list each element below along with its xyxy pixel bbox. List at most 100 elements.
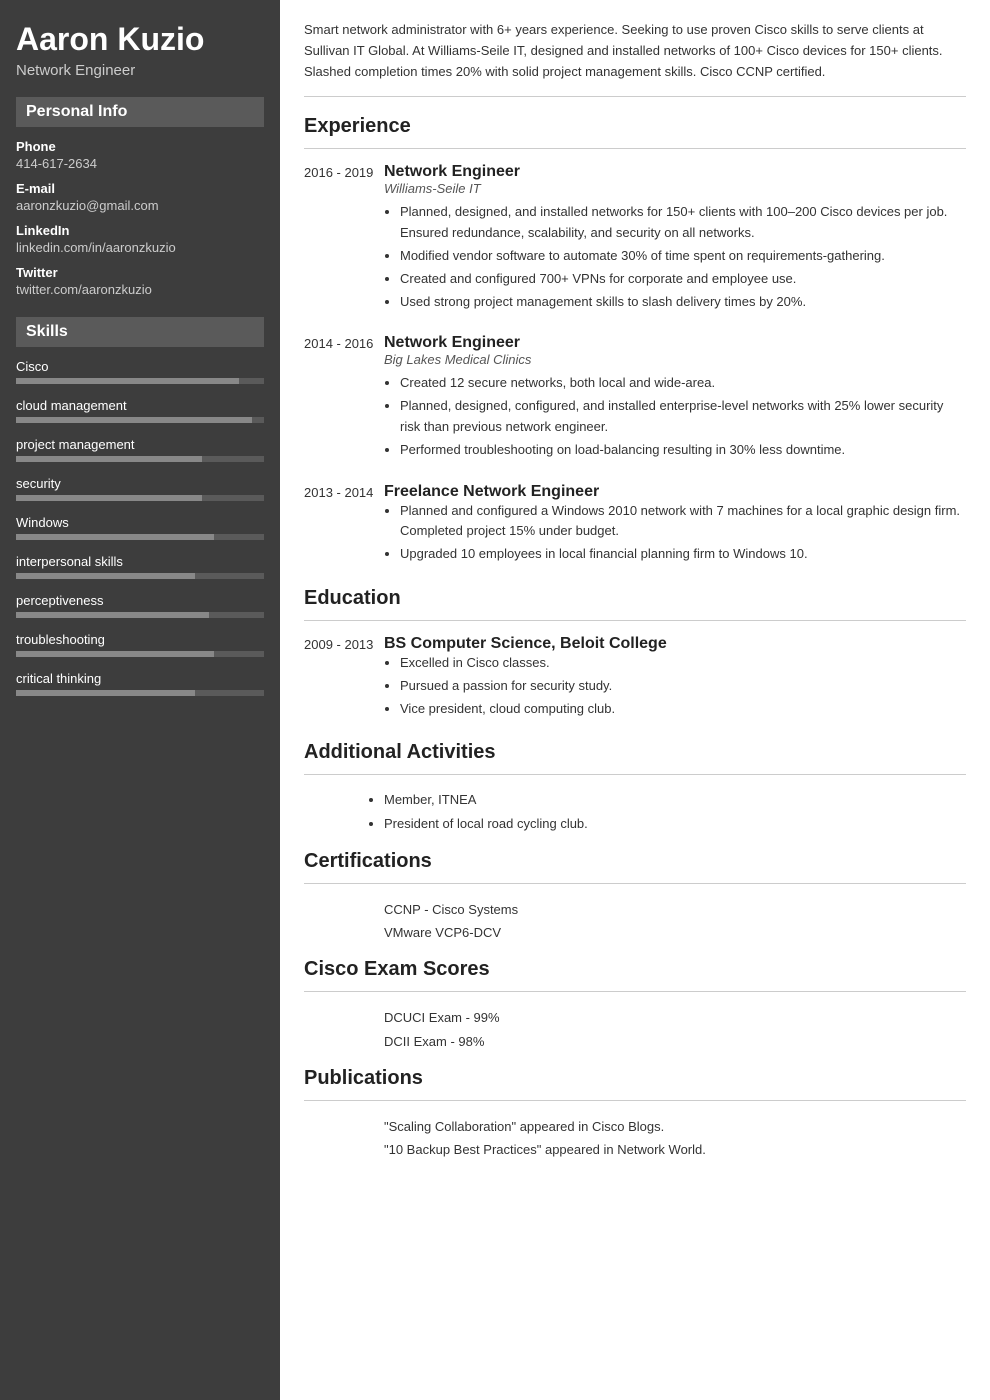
skill-name: Windows	[16, 515, 264, 530]
skill-item: troubleshooting	[16, 632, 264, 657]
exp-bullets: Planned, designed, and installed network…	[384, 202, 966, 312]
skill-bar-fill	[16, 573, 195, 579]
exam-score-item: DCUCI Exam - 99%	[304, 1006, 966, 1029]
skill-item: project management	[16, 437, 264, 462]
exp-job-title: Network Engineer	[384, 163, 966, 181]
linkedin-value: linkedin.com/in/aaronzkuzio	[16, 240, 264, 255]
exam-scores-list: DCUCI Exam - 99%DCII Exam - 98%	[304, 1006, 966, 1053]
skills-list: Cisco cloud management project managemen…	[16, 359, 264, 696]
activity-item: Member, ITNEA	[384, 789, 966, 811]
exp-bullets: Created 12 secure networks, both local a…	[384, 373, 966, 460]
exam-scores-section: Cisco Exam Scores DCUCI Exam - 99%DCII E…	[304, 958, 966, 1053]
exp-job-title: Freelance Network Engineer	[384, 483, 966, 501]
skill-bar-bg	[16, 456, 264, 462]
publications-list: "Scaling Collaboration" appeared in Cisc…	[304, 1115, 966, 1162]
exp-bullet: Performed troubleshooting on load-balanc…	[400, 440, 966, 461]
candidate-name: Aaron Kuzio	[16, 20, 264, 58]
experience-block: 2016 - 2019 Network Engineer Williams-Se…	[304, 163, 966, 314]
twitter-value: twitter.com/aaronzkuzio	[16, 282, 264, 297]
certifications-section: Certifications CCNP - Cisco SystemsVMwar…	[304, 850, 966, 945]
edu-degree: BS Computer Science, Beloit College	[384, 635, 966, 653]
skill-bar-bg	[16, 534, 264, 540]
candidate-title: Network Engineer	[16, 62, 264, 79]
exam-score-item: DCII Exam - 98%	[304, 1030, 966, 1053]
skill-bar-bg	[16, 378, 264, 384]
edu-bullet: Excelled in Cisco classes.	[400, 653, 966, 674]
edu-bullet: Pursued a passion for security study.	[400, 676, 966, 697]
exp-bullet: Planned and configured a Windows 2010 ne…	[400, 501, 966, 543]
skill-bar-fill	[16, 690, 195, 696]
publications-header: Publications	[304, 1067, 966, 1090]
skill-bar-bg	[16, 495, 264, 501]
exp-bullet: Used strong project management skills to…	[400, 292, 966, 313]
skill-bar-fill	[16, 456, 202, 462]
exp-bullet: Upgraded 10 employees in local financial…	[400, 544, 966, 565]
activities-divider	[304, 774, 966, 775]
exp-bullet: Created and configured 700+ VPNs for cor…	[400, 269, 966, 290]
exp-company: Williams-Seile IT	[384, 181, 966, 196]
skill-bar-fill	[16, 495, 202, 501]
certifications-list: CCNP - Cisco SystemsVMware VCP6-DCV	[304, 898, 966, 945]
phone-label: Phone	[16, 139, 264, 154]
email-label: E-mail	[16, 181, 264, 196]
experience-list: 2016 - 2019 Network Engineer Williams-Se…	[304, 163, 966, 567]
exp-job-title: Network Engineer	[384, 334, 966, 352]
skill-name: cloud management	[16, 398, 264, 413]
exp-bullet: Created 12 secure networks, both local a…	[400, 373, 966, 394]
experience-header: Experience	[304, 115, 966, 138]
main-content: Smart network administrator with 6+ year…	[280, 0, 990, 1400]
skill-item: Windows	[16, 515, 264, 540]
skill-bar-bg	[16, 417, 264, 423]
skill-bar-bg	[16, 651, 264, 657]
skill-name: security	[16, 476, 264, 491]
experience-block: 2014 - 2016 Network Engineer Big Lakes M…	[304, 334, 966, 462]
exp-date: 2013 - 2014	[304, 483, 384, 567]
summary-text: Smart network administrator with 6+ year…	[304, 20, 966, 97]
skill-item: critical thinking	[16, 671, 264, 696]
education-list: 2009 - 2013 BS Computer Science, Beloit …	[304, 635, 966, 721]
edu-content: BS Computer Science, Beloit College Exce…	[384, 635, 966, 721]
exp-content: Network Engineer Williams-Seile IT Plann…	[384, 163, 966, 314]
exam-scores-header: Cisco Exam Scores	[304, 958, 966, 981]
skill-bar-bg	[16, 573, 264, 579]
exp-date: 2014 - 2016	[304, 334, 384, 462]
exp-company: Big Lakes Medical Clinics	[384, 352, 966, 367]
skill-item: cloud management	[16, 398, 264, 423]
email-value: aaronzkuzio@gmail.com	[16, 198, 264, 213]
exp-bullet: Modified vendor software to automate 30%…	[400, 246, 966, 267]
skill-bar-fill	[16, 534, 214, 540]
skill-bar-fill	[16, 612, 209, 618]
certifications-divider	[304, 883, 966, 884]
certification-item: CCNP - Cisco Systems	[304, 898, 966, 921]
edu-bullet: Vice president, cloud computing club.	[400, 699, 966, 720]
education-divider	[304, 620, 966, 621]
education-header: Education	[304, 587, 966, 610]
edu-bullets: Excelled in Cisco classes.Pursued a pass…	[384, 653, 966, 719]
skill-bar-fill	[16, 417, 252, 423]
skill-bar-fill	[16, 651, 214, 657]
skill-name: interpersonal skills	[16, 554, 264, 569]
experience-block: 2013 - 2014 Freelance Network Engineer P…	[304, 483, 966, 567]
exp-bullet: Planned, designed, configured, and insta…	[400, 396, 966, 438]
exp-content: Freelance Network Engineer Planned and c…	[384, 483, 966, 567]
experience-section: Experience 2016 - 2019 Network Engineer …	[304, 115, 966, 567]
exp-bullets: Planned and configured a Windows 2010 ne…	[384, 501, 966, 565]
skill-bar-bg	[16, 690, 264, 696]
exam-scores-divider	[304, 991, 966, 992]
education-block: 2009 - 2013 BS Computer Science, Beloit …	[304, 635, 966, 721]
skill-name: troubleshooting	[16, 632, 264, 647]
skill-item: interpersonal skills	[16, 554, 264, 579]
personal-info-header: Personal Info	[16, 97, 264, 127]
skill-item: Cisco	[16, 359, 264, 384]
activities-list: Member, ITNEAPresident of local road cyc…	[304, 789, 966, 835]
phone-value: 414-617-2634	[16, 156, 264, 171]
skills-section: Skills Cisco cloud management project ma…	[16, 317, 264, 696]
publications-section: Publications "Scaling Collaboration" app…	[304, 1067, 966, 1162]
skill-item: perceptiveness	[16, 593, 264, 618]
experience-divider	[304, 148, 966, 149]
skill-name: critical thinking	[16, 671, 264, 686]
publications-divider	[304, 1100, 966, 1101]
exp-date: 2016 - 2019	[304, 163, 384, 314]
activity-item: President of local road cycling club.	[384, 813, 966, 835]
skill-name: project management	[16, 437, 264, 452]
